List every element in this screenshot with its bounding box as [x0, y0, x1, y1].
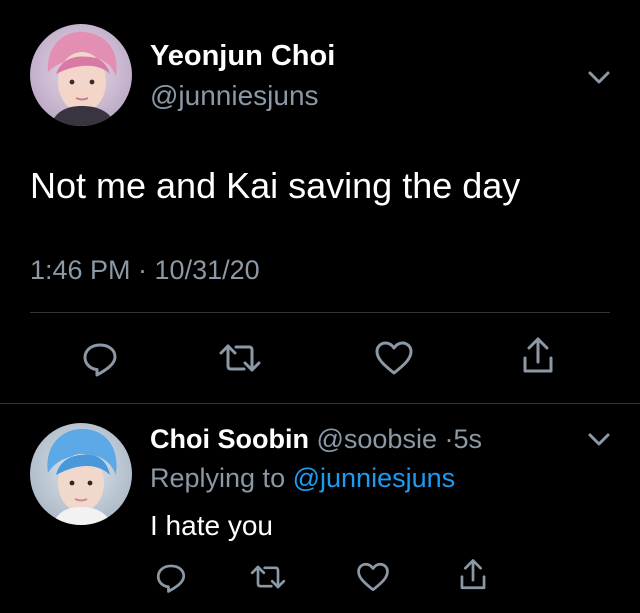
divider [0, 403, 640, 404]
share-icon[interactable] [456, 556, 490, 594]
reply-author-handle[interactable]: @soobsie [316, 424, 436, 454]
reply-age[interactable]: 5s [453, 424, 482, 454]
tweet-text: Not me and Kai saving the day [30, 165, 521, 206]
retweet-icon[interactable] [248, 560, 288, 594]
replying-to-label: Replying to [150, 463, 286, 493]
replying-to: Replying to @junniesjuns [150, 463, 455, 494]
like-icon[interactable] [354, 560, 392, 594]
reply-author-name[interactable]: Choi Soobin [150, 424, 309, 454]
reply-author-avatar[interactable] [30, 423, 132, 525]
chevron-down-icon[interactable] [584, 62, 614, 92]
reply-icon[interactable] [154, 560, 188, 594]
reply-icon[interactable] [80, 338, 120, 378]
reply-header: Choi Soobin @soobsie ·5s [150, 424, 482, 455]
reply-text: I hate you [150, 510, 273, 541]
tweet-timestamp[interactable]: 1:46 PM · 10/31/20 [30, 255, 260, 286]
author-handle[interactable]: @junniesjuns [150, 80, 319, 112]
divider [30, 312, 610, 313]
author-name[interactable]: Yeonjun Choi [150, 40, 335, 73]
like-icon[interactable] [372, 338, 416, 378]
retweet-icon[interactable] [216, 338, 264, 378]
replying-to-handle[interactable]: @junniesjuns [293, 463, 456, 493]
share-icon[interactable] [518, 334, 558, 378]
author-avatar[interactable] [30, 24, 132, 126]
chevron-down-icon[interactable] [584, 424, 614, 454]
